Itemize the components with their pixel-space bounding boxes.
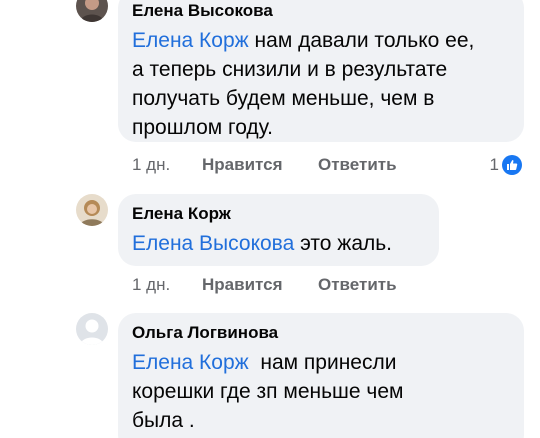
comment-text-line: нам давали только ее, [248, 29, 475, 52]
reply-button[interactable]: Ответить [318, 153, 397, 177]
avatar[interactable] [76, 313, 108, 345]
comment-time[interactable]: 1 дн. [132, 273, 170, 297]
like-icon [502, 155, 522, 175]
reaction-count: 1 [489, 155, 499, 174]
avatar[interactable] [76, 194, 108, 226]
comment-text: Елена Высокова это жаль. [132, 229, 427, 258]
mention-link[interactable]: Елена Высокова [132, 232, 294, 255]
comment-author[interactable]: Елена Высокова [132, 0, 512, 22]
comment-text-line: это жаль. [294, 232, 393, 255]
comment-author[interactable]: Ольга Логвинова [132, 322, 512, 344]
avatar[interactable] [76, 0, 108, 22]
comment-bubble: Ольга Логвинова Елена Корж нам принесли … [118, 313, 524, 438]
comment-text: Елена Корж нам принесли корешки где зп м… [132, 348, 452, 435]
like-button[interactable]: Нравится [202, 153, 283, 177]
comment-author[interactable]: Елена Корж [132, 203, 427, 225]
reply-button[interactable]: Ответить [318, 273, 397, 297]
comment-bubble: Елена Корж Елена Высокова это жаль. [118, 194, 439, 266]
comment-time[interactable]: 1 дн. [132, 153, 170, 177]
comment-text-rest: корешки где зп меньше чем была . [132, 380, 404, 432]
comment-text-line: нам принесли [248, 351, 397, 374]
comments-thread: Елена Высокова Елена Корж нам давали тол… [0, 0, 540, 438]
comment-bubble: Елена Высокова Елена Корж нам давали тол… [118, 0, 524, 142]
comment-text-rest: а теперь снизили и в результате получать… [132, 58, 448, 139]
mention-link[interactable]: Елена Корж [132, 29, 249, 52]
like-button[interactable]: Нравится [202, 273, 283, 297]
mention-link[interactable]: Елена Корж [132, 351, 249, 374]
comment-text: Елена Корж нам давали только ее, а тепер… [132, 26, 512, 142]
reaction-summary[interactable]: 1 [490, 153, 522, 177]
